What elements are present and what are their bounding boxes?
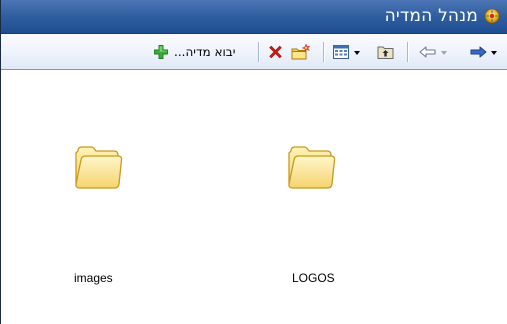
chevron-down-icon <box>354 51 360 55</box>
forward-arrow-icon <box>470 46 487 58</box>
delete-button[interactable] <box>267 43 285 61</box>
chevron-down-icon <box>491 51 497 55</box>
folder-item-logos[interactable]: LOGOS <box>266 143 356 285</box>
back-button[interactable] <box>419 43 455 61</box>
delete-x-icon <box>269 45 282 58</box>
folder-icon <box>75 146 123 189</box>
add-plus-icon <box>154 45 168 59</box>
file-list-area: images LOGOS <box>1 70 507 324</box>
new-folder-button[interactable] <box>291 43 313 61</box>
toolbar: יבוא מדיה... <box>1 34 507 70</box>
title-group: מנהל המדיה <box>385 7 500 25</box>
media-manager-window: מנהל המדיה יבוא מדיה... images LOGOS <box>0 0 507 324</box>
folder-icon <box>288 146 336 189</box>
folder-item-images[interactable]: images <box>53 143 143 285</box>
import-media-label: יבוא מדיה... <box>174 45 236 59</box>
up-folder-icon <box>377 46 394 59</box>
folder-name: images <box>74 271 113 285</box>
toolbar-separator <box>407 42 408 62</box>
view-dropdown[interactable] <box>333 43 363 61</box>
chevron-down-icon <box>441 51 447 55</box>
up-folder-button[interactable] <box>377 43 397 61</box>
back-arrow-icon <box>419 46 436 58</box>
title-bar: מנהל המדיה <box>1 0 507 34</box>
toolbar-separator <box>323 42 324 62</box>
folder-name: LOGOS <box>292 271 335 285</box>
new-folder-icon <box>291 43 311 60</box>
toolbar-separator <box>258 42 259 62</box>
import-media-button[interactable]: יבוא מדיה... <box>153 43 250 61</box>
media-manager-icon <box>484 8 500 24</box>
forward-button[interactable] <box>469 43 501 61</box>
window-title: מנהל המדיה <box>384 6 478 26</box>
view-grid-icon <box>333 45 349 59</box>
